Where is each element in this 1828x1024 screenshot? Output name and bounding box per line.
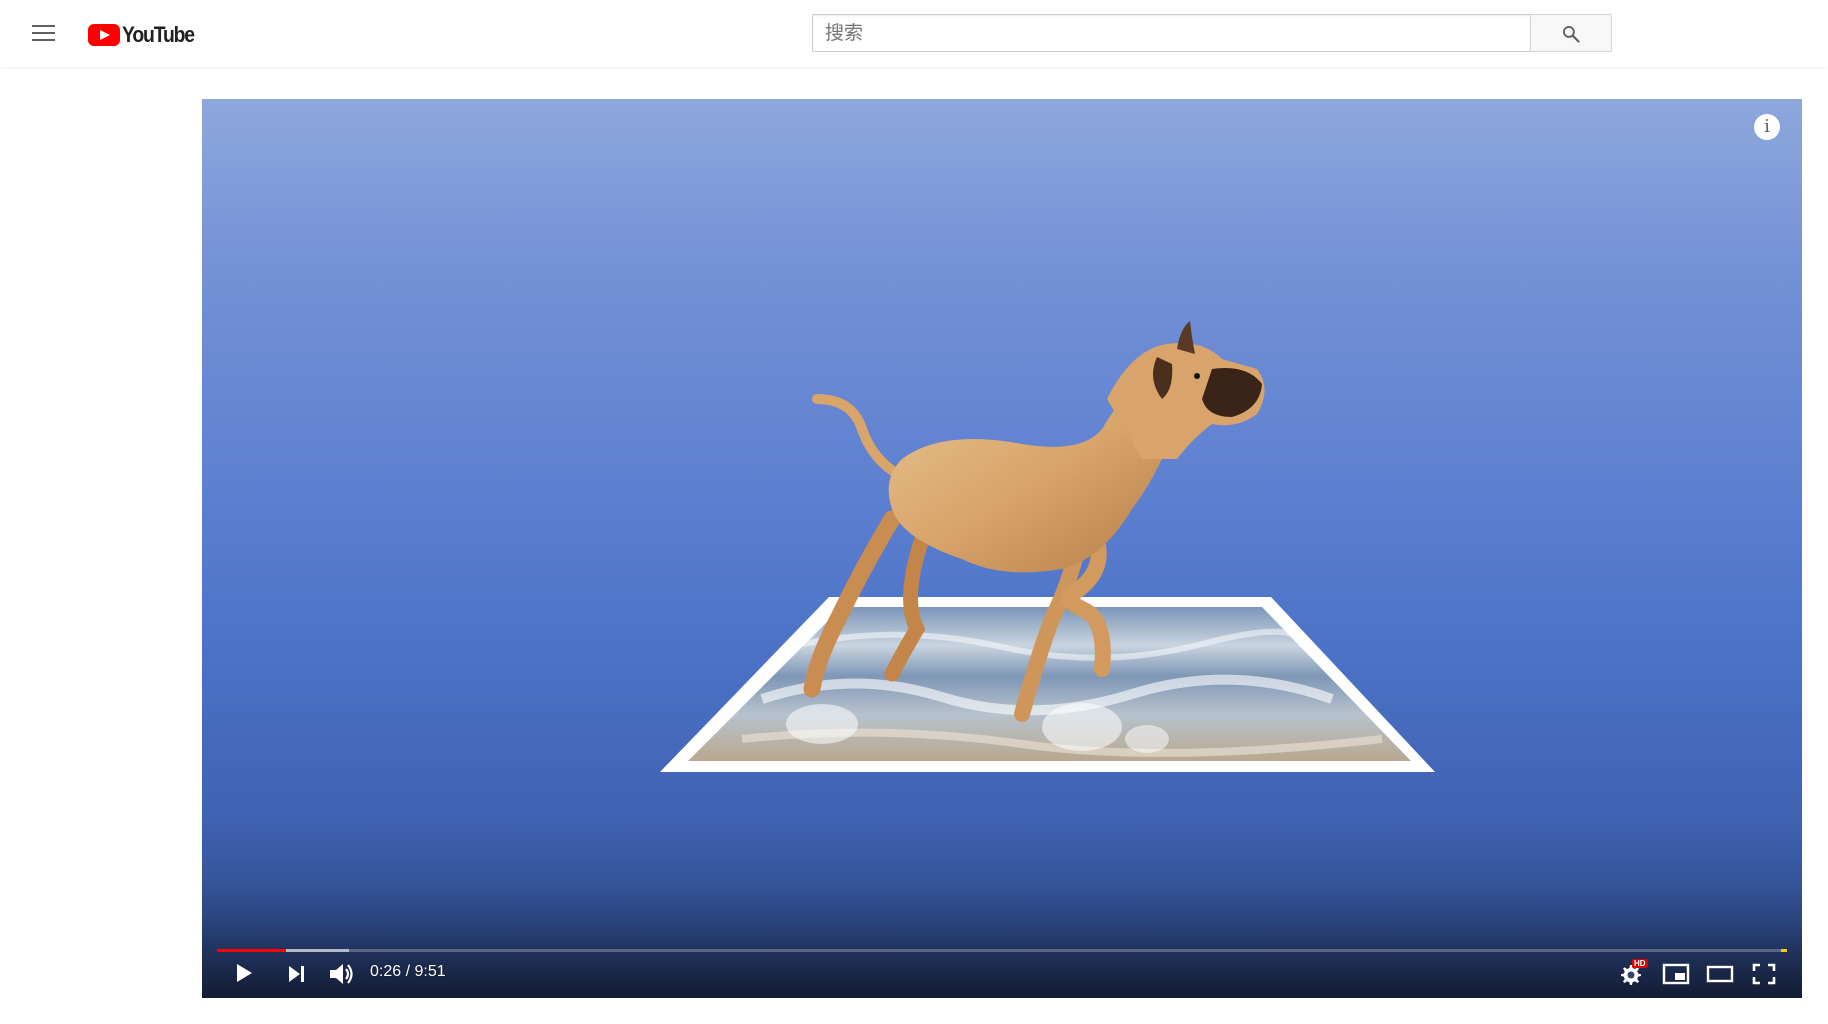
youtube-logo[interactable]: YouTube	[88, 20, 204, 50]
hamburger-menu-icon[interactable]	[28, 22, 60, 46]
play-button[interactable]	[232, 961, 256, 985]
masthead: YouTube	[0, 0, 1828, 67]
time-display: 0:26 / 9:51	[370, 963, 446, 980]
play-icon	[237, 964, 252, 982]
next-icon	[289, 966, 304, 982]
volume-icon	[330, 964, 353, 984]
video-player[interactable]: i 0:26 / 9:51 HD	[202, 99, 1802, 998]
theater-mode-button[interactable]	[1706, 964, 1734, 984]
miniplayer-icon	[1662, 963, 1690, 985]
video-frame	[660, 321, 1435, 772]
youtube-play-badge-icon	[88, 24, 120, 46]
settings-button[interactable]: HD	[1618, 959, 1648, 987]
search-icon	[1563, 26, 1580, 43]
fullscreen-button[interactable]	[1752, 963, 1776, 985]
ad-marker	[1781, 949, 1787, 952]
progress-played	[217, 949, 287, 952]
volume-button[interactable]	[328, 961, 356, 987]
info-icon[interactable]: i	[1754, 114, 1780, 140]
progress-bar[interactable]	[217, 949, 1787, 952]
hd-badge: HD	[1632, 959, 1648, 968]
search-input[interactable]	[812, 14, 1530, 52]
theater-mode-icon	[1706, 965, 1734, 983]
logo-text: YouTube	[122, 22, 195, 47]
fullscreen-icon	[1752, 963, 1776, 985]
search-button[interactable]	[1530, 14, 1612, 52]
next-button[interactable]	[286, 963, 308, 985]
miniplayer-button[interactable]	[1662, 963, 1690, 985]
